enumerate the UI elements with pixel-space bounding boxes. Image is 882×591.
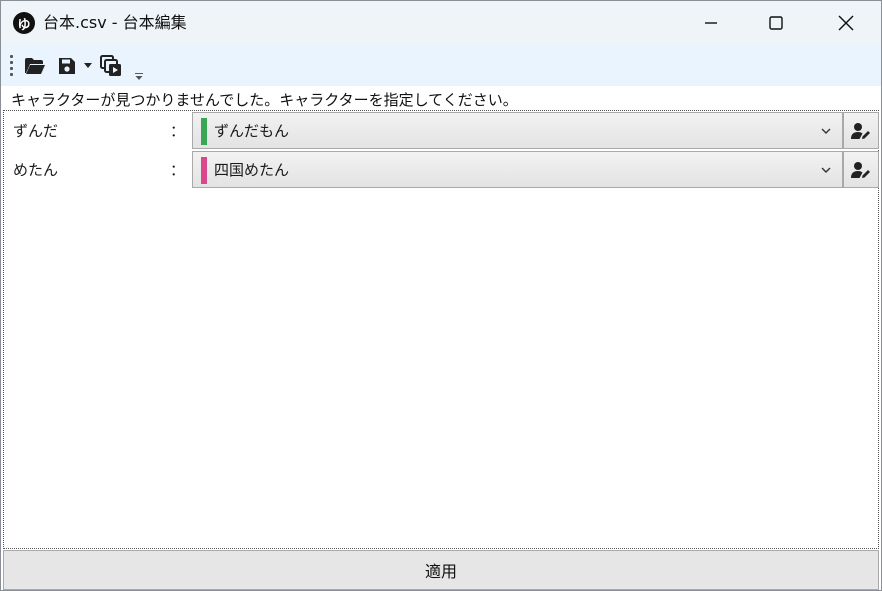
user-edit-icon xyxy=(851,122,870,139)
save-icon xyxy=(59,58,75,74)
toolbar-grip-icon[interactable] xyxy=(10,55,14,77)
character-select[interactable]: ずんだもん xyxy=(192,112,843,149)
save-dropdown-button[interactable] xyxy=(81,57,95,75)
copy-play-icon xyxy=(100,55,121,76)
close-icon xyxy=(838,15,854,31)
character-color-swatch xyxy=(201,157,207,184)
close-button[interactable] xyxy=(823,1,869,45)
speaker-label: ずんだ xyxy=(13,122,59,140)
character-select[interactable]: 四国めたん xyxy=(192,151,843,188)
mapping-row: めたん ： 四国めたん xyxy=(4,151,879,189)
app-window: ゆ 台本.csv - 台本編集 キャラクターが見つかりませんでした。キャラクター… xyxy=(0,0,882,591)
minimize-icon xyxy=(705,22,717,24)
toolbar xyxy=(1,45,881,86)
app-logo-icon: ゆ xyxy=(13,12,35,34)
save-button[interactable] xyxy=(55,54,79,78)
chevron-down-icon xyxy=(821,167,831,173)
mapping-row: ずんだ ： ずんだもん xyxy=(4,112,879,150)
open-button[interactable] xyxy=(23,54,47,78)
separator-colon: ： xyxy=(170,122,186,140)
maximize-icon xyxy=(769,16,783,30)
copy-play-button[interactable] xyxy=(99,54,123,78)
speaker-label: めたん xyxy=(13,161,59,179)
character-select-value: ずんだもん xyxy=(214,122,290,140)
separator-colon: ： xyxy=(170,161,186,179)
title-bar[interactable]: ゆ 台本.csv - 台本編集 xyxy=(1,1,881,45)
user-edit-icon xyxy=(851,161,870,178)
folder-open-icon xyxy=(25,58,45,74)
edit-character-button[interactable] xyxy=(843,151,879,188)
overflow-chevron-icon xyxy=(135,72,143,80)
apply-button[interactable]: 適用 xyxy=(3,550,879,590)
maximize-button[interactable] xyxy=(753,1,799,45)
minimize-button[interactable] xyxy=(688,1,734,45)
window-title: 台本.csv - 台本編集 xyxy=(43,13,187,32)
edit-character-button[interactable] xyxy=(843,112,879,149)
toolbar-overflow-button[interactable] xyxy=(132,69,146,83)
status-message: キャラクターが見つかりませんでした。キャラクターを指定してください。 xyxy=(11,91,518,109)
dropdown-caret-icon xyxy=(84,63,92,68)
character-mapping-panel: ずんだ ： ずんだもん めたん ： 四国めたん xyxy=(3,110,879,549)
character-color-swatch xyxy=(201,118,207,145)
chevron-down-icon xyxy=(821,128,831,134)
character-select-value: 四国めたん xyxy=(214,161,290,179)
